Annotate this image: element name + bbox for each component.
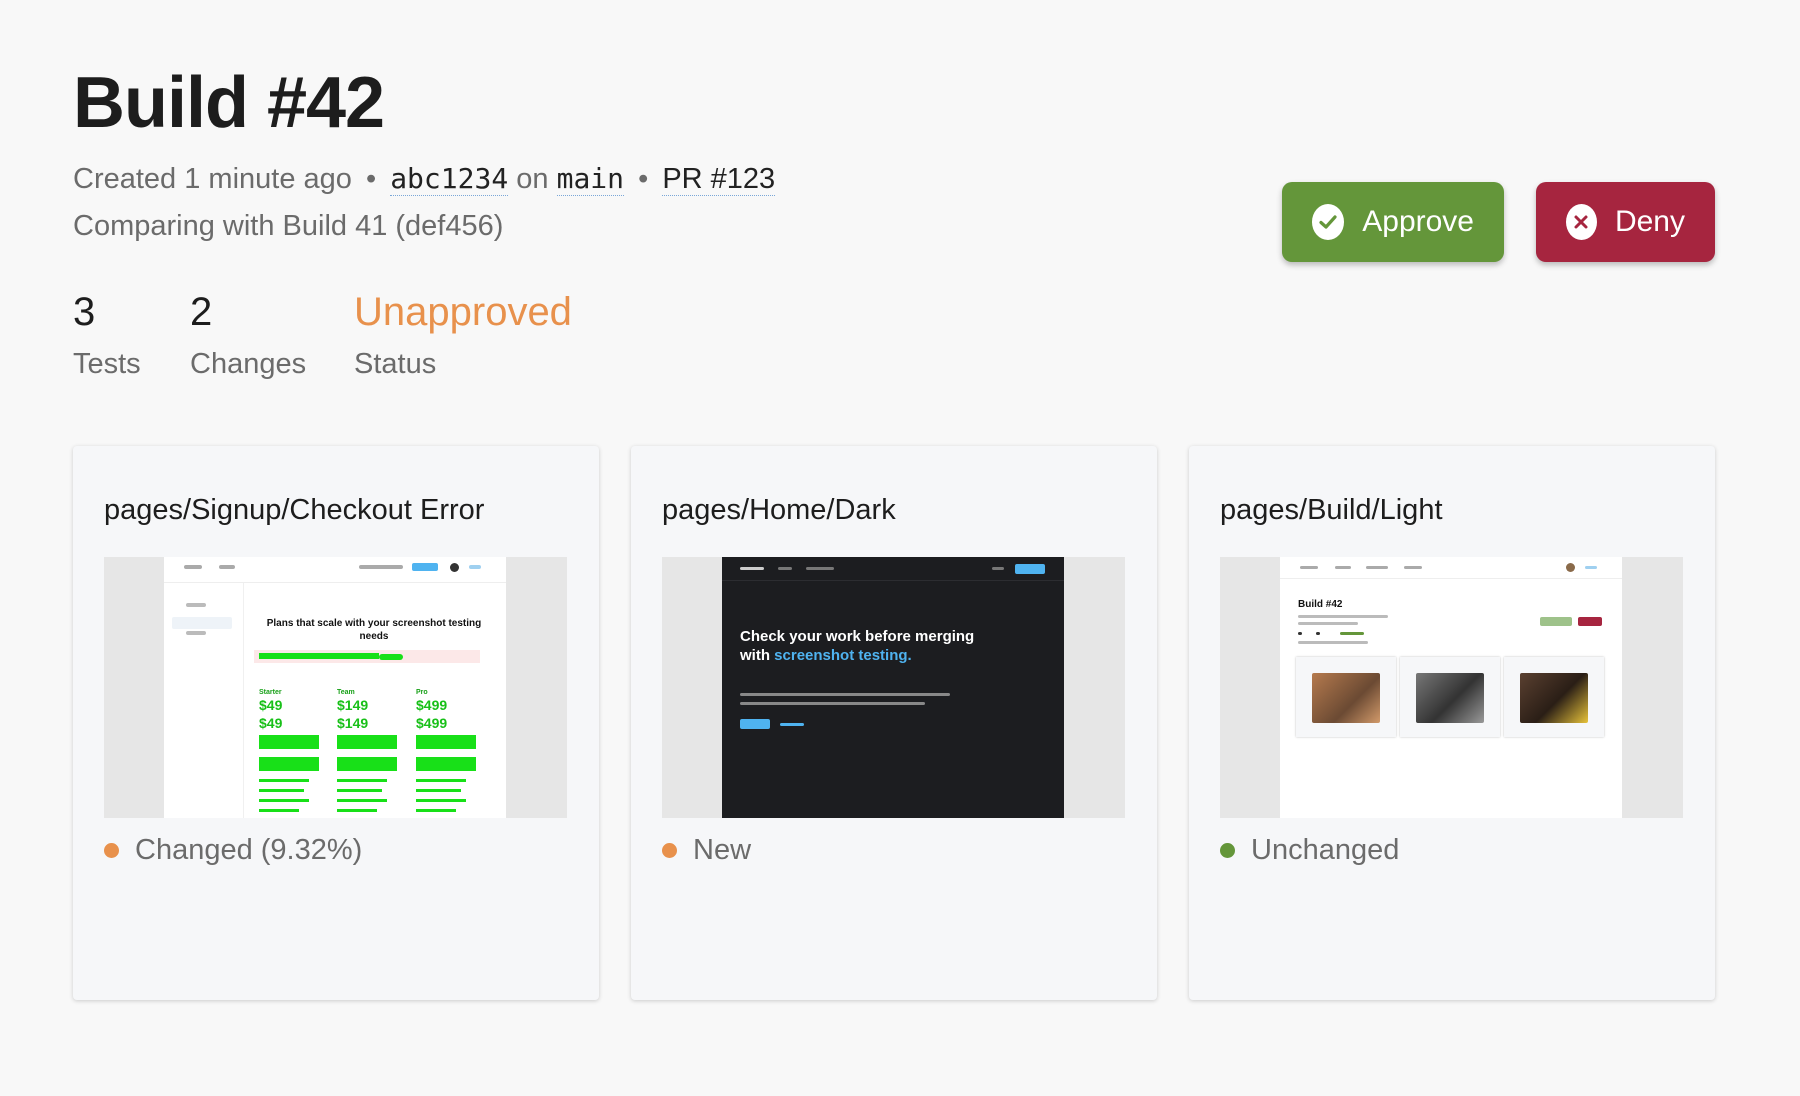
plan-price: $499 (416, 715, 448, 731)
card-status: New (662, 834, 751, 867)
screenshot-thumbnail[interactable]: Check your work before merging with scre… (662, 557, 1125, 818)
status-text: Changed (9.32%) (135, 834, 363, 866)
comparison-text: Comparing with Build 41 (def456) (73, 210, 504, 242)
card-title: pages/Build/Light (1220, 494, 1443, 526)
stat-tests: 3 Tests (73, 288, 141, 381)
stat-tests-label: Tests (73, 348, 141, 380)
plan-price: $499 (416, 697, 448, 713)
status-dot-icon (104, 843, 119, 858)
branch-link[interactable]: main (556, 162, 625, 196)
commit-link[interactable]: abc1234 (390, 162, 509, 196)
plan-price: $49 (259, 697, 283, 713)
status-dot-icon (662, 843, 677, 858)
screenshot-thumbnail[interactable]: Build #42 (1220, 557, 1683, 818)
home-dark-preview: Check your work before merging with scre… (722, 557, 1064, 818)
page-title: Build #42 (73, 63, 385, 143)
approve-button[interactable]: Approve (1282, 182, 1504, 262)
plan-price: $149 (337, 697, 369, 713)
stat-status: Unapproved Status (354, 288, 572, 381)
card-title: pages/Home/Dark (662, 494, 896, 526)
status-text: New (693, 834, 752, 866)
card-status: Changed (9.32%) (104, 834, 362, 867)
check-circle-icon (1312, 204, 1345, 240)
plan-name: Starter (259, 689, 282, 696)
stat-changes-label: Changes (190, 348, 307, 380)
on-text: on (516, 163, 549, 195)
created-text: Created 1 minute ago (73, 163, 352, 195)
stat-status-value: Unapproved (354, 290, 572, 334)
deny-button[interactable]: Deny (1536, 182, 1715, 262)
x-circle-icon (1566, 204, 1597, 240)
screenshot-card[interactable]: pages/Build/Light Build #42 Unchanged (1189, 446, 1715, 1000)
plan-price: $149 (337, 715, 369, 731)
hero-highlight: screenshot testing. (774, 647, 912, 664)
plan-column: Team $149 $149 (337, 689, 399, 732)
separator: • (638, 163, 649, 195)
preview-heading: Check your work before merging with scre… (740, 627, 980, 665)
plan-column: Pro $499 $499 (416, 689, 478, 732)
plan-name: Pro (416, 689, 428, 696)
stat-status-label: Status (354, 348, 437, 380)
screenshot-card[interactable]: pages/Home/Dark Check your work before m… (631, 446, 1157, 1000)
preview-heading: Plans that scale with your screenshot te… (266, 618, 482, 642)
pr-link[interactable]: PR #123 (662, 163, 776, 196)
build-meta: Created 1 minute ago • abc1234 on main •… (73, 162, 776, 196)
deny-label: Deny (1614, 205, 1685, 238)
build-light-preview: Build #42 (1280, 557, 1622, 818)
preview-heading: Build #42 (1298, 599, 1343, 610)
card-status: Unchanged (1220, 834, 1399, 867)
screenshot-card[interactable]: pages/Signup/Checkout Error Plans that s… (73, 446, 599, 1000)
status-dot-icon (1220, 843, 1235, 858)
card-title: pages/Signup/Checkout Error (104, 494, 485, 526)
plan-name: Team (337, 689, 355, 696)
stat-tests-value: 3 (73, 290, 96, 334)
stat-changes: 2 Changes (190, 288, 306, 381)
approve-label: Approve (1362, 205, 1474, 238)
checkout-preview: Plans that scale with your screenshot te… (164, 557, 506, 818)
stat-changes-value: 2 (190, 290, 213, 334)
plan-price: $49 (259, 715, 283, 731)
separator: • (365, 163, 377, 195)
screenshot-thumbnail[interactable]: Plans that scale with your screenshot te… (104, 557, 567, 818)
status-text: Unchanged (1251, 834, 1400, 866)
plan-column: Starter $49 $49 (259, 689, 321, 732)
